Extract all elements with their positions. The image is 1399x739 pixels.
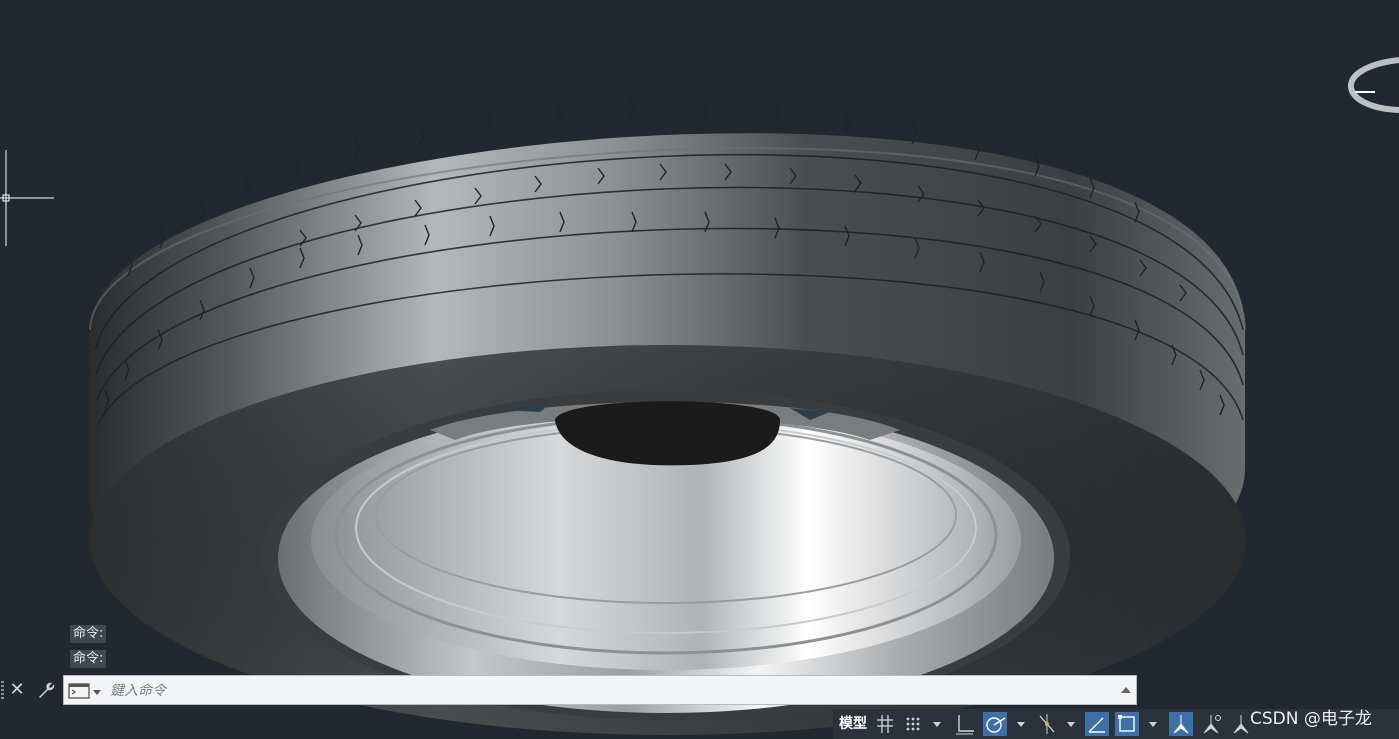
ortho-icon[interactable]	[953, 712, 977, 736]
tire-model-render	[0, 57, 1399, 735]
customize-wrench-icon[interactable]	[35, 679, 57, 701]
annotation-icon[interactable]	[1169, 712, 1193, 736]
dynamic-ucs-icon[interactable]	[1115, 712, 1139, 736]
polar-tracking-icon[interactable]	[983, 712, 1007, 736]
snap-dots-icon[interactable]	[901, 712, 925, 736]
crosshair-cursor	[0, 150, 54, 246]
command-line-toolbar: ✕	[0, 675, 62, 705]
drag-handle[interactable]	[1, 681, 4, 699]
command-input-box[interactable]	[63, 675, 1137, 705]
chevron-down-icon[interactable]	[931, 712, 943, 736]
annotation-scale-icon[interactable]	[1199, 712, 1223, 736]
object-snap-icon[interactable]	[1085, 712, 1109, 736]
chevron-down-icon[interactable]	[1065, 712, 1077, 736]
command-history-line: 命令:	[70, 625, 107, 643]
watermark-text: CSDN @电子龙	[1250, 709, 1372, 729]
command-prompt-icon[interactable]	[68, 682, 102, 700]
grid-icon[interactable]	[873, 712, 897, 736]
chevron-down-icon[interactable]	[1015, 712, 1027, 736]
chevron-down-icon[interactable]	[1147, 712, 1159, 736]
drawing-viewport[interactable]	[0, 0, 1399, 739]
command-input[interactable]	[108, 679, 1112, 703]
model-tab[interactable]: 模型	[835, 712, 871, 736]
close-icon[interactable]: ✕	[6, 679, 28, 701]
object-snap-tracking-icon[interactable]	[1035, 712, 1059, 736]
command-history-line: 命令:	[70, 650, 107, 668]
chevron-up-icon[interactable]	[1120, 684, 1132, 696]
